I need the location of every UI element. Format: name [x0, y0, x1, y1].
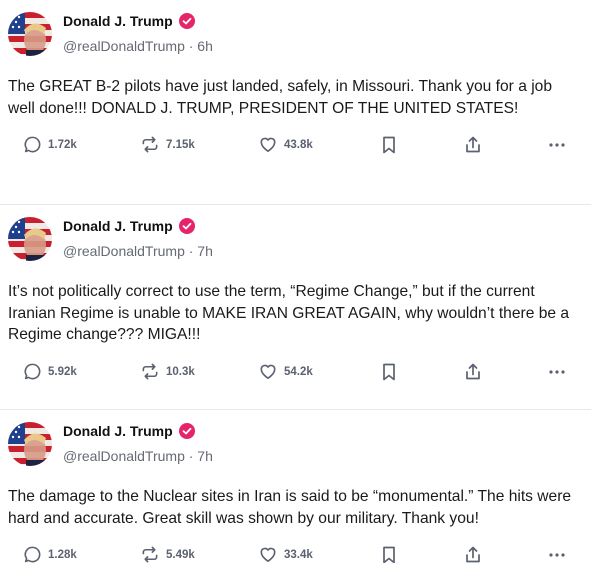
- share-upload-icon: [463, 135, 483, 155]
- retruth-count: 10.3k: [166, 365, 195, 378]
- bookmark-icon: [380, 362, 398, 382]
- handle-row: @realDonaldTrump · 6h: [63, 38, 213, 54]
- reply-count: 1.72k: [48, 138, 77, 151]
- post[interactable]: Donald J. Trump @realDonaldTrump · 7h It…: [0, 205, 591, 410]
- retruth-button[interactable]: 10.3k: [140, 362, 195, 381]
- author-row: Donald J. Trump: [63, 423, 195, 439]
- avatar[interactable]: [8, 422, 52, 466]
- more-options-button[interactable]: [547, 362, 567, 382]
- verified-badge-icon: [178, 13, 195, 29]
- verified-badge-icon: [178, 423, 195, 439]
- share-upload-icon: [463, 362, 483, 382]
- like-count: 33.4k: [284, 548, 313, 561]
- reply-button[interactable]: 1.28k: [23, 545, 77, 563]
- share-button[interactable]: [463, 362, 483, 382]
- post-actions: 1.72k 7.15k 43.8k: [0, 135, 591, 159]
- post[interactable]: Donald J. Trump @realDonaldTrump · 7h Th…: [0, 410, 591, 563]
- post-text: It’s not politically correct to use the …: [8, 283, 570, 343]
- post-actions: 1.28k 5.49k 33.4k: [0, 545, 591, 563]
- heart-icon: [258, 362, 278, 381]
- ellipsis-icon: [547, 135, 567, 155]
- bookmark-button[interactable]: [380, 362, 398, 382]
- post-text: The damage to the Nuclear sites in Iran …: [8, 488, 572, 527]
- post-text: The GREAT B-2 pilots have just landed, s…: [8, 78, 553, 117]
- bookmark-icon: [380, 135, 398, 155]
- post-time: · 6h: [188, 38, 213, 54]
- share-button[interactable]: [463, 545, 483, 563]
- post-time: · 7h: [188, 448, 213, 464]
- author-handle[interactable]: @realDonaldTrump: [63, 38, 185, 54]
- reply-button[interactable]: 5.92k: [23, 362, 77, 381]
- repost-arrows-icon: [140, 135, 160, 154]
- author-name[interactable]: Donald J. Trump: [63, 218, 173, 234]
- author-name[interactable]: Donald J. Trump: [63, 13, 173, 29]
- repost-arrows-icon: [140, 362, 160, 381]
- reply-count: 1.28k: [48, 548, 77, 561]
- share-button[interactable]: [463, 135, 483, 155]
- more-options-button[interactable]: [547, 135, 567, 155]
- handle-row: @realDonaldTrump · 7h: [63, 448, 213, 464]
- feed: Donald J. Trump @realDonaldTrump · 6h Th…: [0, 0, 591, 563]
- retruth-count: 5.49k: [166, 548, 195, 561]
- speech-bubble-icon: [23, 135, 42, 154]
- avatar[interactable]: [8, 12, 52, 56]
- avatar[interactable]: [8, 217, 52, 261]
- speech-bubble-icon: [23, 545, 42, 563]
- author-name[interactable]: Donald J. Trump: [63, 423, 173, 439]
- ellipsis-icon: [547, 545, 567, 563]
- like-button[interactable]: 54.2k: [258, 362, 313, 381]
- heart-icon: [258, 135, 278, 154]
- author-handle[interactable]: @realDonaldTrump: [63, 243, 185, 259]
- more-options-button[interactable]: [547, 545, 567, 563]
- speech-bubble-icon: [23, 362, 42, 381]
- like-count: 43.8k: [284, 138, 313, 151]
- post-time: · 7h: [188, 243, 213, 259]
- share-upload-icon: [463, 545, 483, 563]
- bookmark-icon: [380, 545, 398, 563]
- like-count: 54.2k: [284, 365, 313, 378]
- retruth-button[interactable]: 5.49k: [140, 545, 195, 563]
- author-row: Donald J. Trump: [63, 218, 195, 234]
- author-row: Donald J. Trump: [63, 13, 195, 29]
- post[interactable]: Donald J. Trump @realDonaldTrump · 6h Th…: [0, 0, 591, 205]
- post-actions: 5.92k 10.3k 54.2k: [0, 362, 591, 386]
- retruth-count: 7.15k: [166, 138, 195, 151]
- retruth-button[interactable]: 7.15k: [140, 135, 195, 154]
- author-handle[interactable]: @realDonaldTrump: [63, 448, 185, 464]
- verified-badge-icon: [178, 218, 195, 234]
- repost-arrows-icon: [140, 545, 160, 563]
- reply-count: 5.92k: [48, 365, 77, 378]
- like-button[interactable]: 33.4k: [258, 545, 313, 563]
- reply-button[interactable]: 1.72k: [23, 135, 77, 154]
- ellipsis-icon: [547, 362, 567, 382]
- bookmark-button[interactable]: [380, 135, 398, 155]
- heart-icon: [258, 545, 278, 563]
- handle-row: @realDonaldTrump · 7h: [63, 243, 213, 259]
- bookmark-button[interactable]: [380, 545, 398, 563]
- like-button[interactable]: 43.8k: [258, 135, 313, 154]
